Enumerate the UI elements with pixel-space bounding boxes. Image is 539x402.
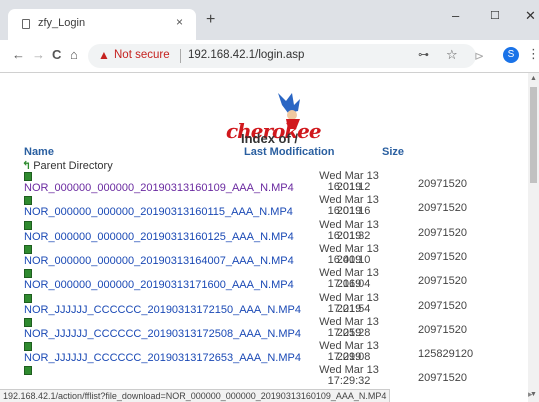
table-row: NOR_000000_000000_20190313160109_AAA_N.M… <box>0 171 528 195</box>
file-size: 20971520 <box>418 178 467 190</box>
video-file-icon <box>24 342 32 352</box>
maximize-button[interactable]: ☐ <box>490 9 500 22</box>
modified-year: 2019 <box>336 351 362 364</box>
file-link[interactable]: NOR_000000_000000_20190313160109_AAA_N.M… <box>24 182 294 194</box>
close-window-button[interactable]: ✕ <box>525 8 536 24</box>
index-title: Index of / <box>240 131 299 146</box>
file-size: 20971520 <box>418 226 467 239</box>
scrollbar-thumb[interactable] <box>530 87 537 183</box>
file-size: 20971520 <box>418 372 467 385</box>
modified-year: 2019 <box>336 278 362 291</box>
column-header-modified[interactable]: Last Modification <box>244 146 334 158</box>
warning-icon[interactable]: ▲ <box>98 48 110 62</box>
table-row: NOR_JJJJJJ_CCCCCC_20190313172508_AAA_N.M… <box>0 316 528 341</box>
bookmark-star-icon[interactable]: ☆ <box>446 47 458 63</box>
security-label[interactable]: Not secure <box>114 49 170 61</box>
video-file-icon <box>24 244 32 254</box>
address-toolbar: ← → C ⌂ ▲ Not secure 192.168.42.1/login.… <box>0 40 539 73</box>
file-size: 20971520 <box>418 299 467 312</box>
video-file-icon <box>24 293 32 303</box>
omnibox-separator <box>180 49 181 63</box>
status-url-bubble: 192.168.42.1/action/fflist?file_download… <box>0 389 391 402</box>
modified-date: Wed Mar 13 17:29:32 <box>319 364 379 388</box>
url-text[interactable]: 192.168.42.1/login.asp <box>188 49 304 61</box>
tab-close-icon[interactable]: × <box>176 15 183 29</box>
menu-icon[interactable]: ⋮ <box>527 46 539 62</box>
profile-avatar[interactable]: S <box>503 47 519 63</box>
back-button[interactable]: ← <box>12 47 25 62</box>
modified-year: 2019 <box>336 326 362 339</box>
omnibox[interactable]: ▲ Not secure 192.168.42.1/login.asp ⊶ ☆ <box>88 44 476 68</box>
file-link[interactable]: NOR_000000_000000_20190313160125_AAA_N.M… <box>24 231 294 243</box>
page-content: cherokee Index of / Name Last Modificati… <box>0 73 528 391</box>
file-link[interactable]: NOR_JJJJJJ_CCCCCC_20190313172508_AAA_N.M… <box>24 328 301 340</box>
table-row: NOR_JJJJJJ_CCCCCC_20190313172150_AAA_N.M… <box>0 292 528 317</box>
modified-year: 2019 <box>336 253 362 266</box>
file-size: 20971520 <box>418 275 467 288</box>
extension-icon[interactable]: ⊳ <box>474 49 484 63</box>
tab-bar: zfy_Login × + – ☐ ✕ <box>0 0 539 40</box>
video-file-icon <box>24 317 32 327</box>
browser-window: zfy_Login × + – ☐ ✕ ← → C ⌂ ▲ Not secure… <box>0 0 539 402</box>
file-link[interactable]: NOR_JJJJJJ_CCCCCC_20190313172150_AAA_N.M… <box>24 304 301 316</box>
table-row: NOR_000000_000000_20190313164007_AAA_N.M… <box>0 243 528 268</box>
tab-title: zfy_Login <box>38 17 86 29</box>
file-link[interactable]: NOR_000000_000000_20190313160115_AAA_N.M… <box>24 206 293 218</box>
video-file-icon <box>24 172 32 181</box>
minimize-button[interactable]: – <box>452 8 459 23</box>
file-size: 20971520 <box>418 250 467 263</box>
tab-login[interactable]: zfy_Login × <box>8 9 196 40</box>
modified-year: 2019 <box>336 229 362 242</box>
table-row: NOR_000000_000000_20190313160125_AAA_N.M… <box>0 219 528 244</box>
file-link[interactable]: NOR_JJJJJJ_CCCCCC_20190313172653_AAA_N.M… <box>24 352 301 364</box>
table-row: Wed Mar 13 17:29:32 20971520 <box>0 365 528 389</box>
column-header-name[interactable]: Name <box>24 146 54 158</box>
video-file-icon <box>24 220 32 230</box>
forward-button[interactable]: → <box>32 47 45 62</box>
scroll-up-icon[interactable]: ▲ <box>530 75 537 82</box>
file-size: 20971520 <box>418 202 467 215</box>
scroll-right-icon[interactable]: ▸ <box>528 389 533 400</box>
video-file-icon <box>24 269 32 279</box>
modified-year: 2019 <box>336 205 362 218</box>
table-row: NOR_JJJJJJ_CCCCCC_20190313172653_AAA_N.M… <box>0 341 528 365</box>
key-icon[interactable]: ⊶ <box>418 48 429 61</box>
new-tab-button[interactable]: + <box>206 11 215 29</box>
video-file-icon <box>24 366 32 376</box>
table-row: NOR_000000_000000_20190313171600_AAA_N.M… <box>0 268 528 292</box>
page-icon <box>22 19 30 29</box>
modified-year: 2019 <box>336 302 362 315</box>
home-button[interactable]: ⌂ <box>70 47 78 62</box>
file-link[interactable]: NOR_000000_000000_20190313171600_AAA_N.M… <box>24 279 294 291</box>
video-file-icon <box>24 196 32 206</box>
column-header-size[interactable]: Size <box>382 146 404 158</box>
file-size: 20971520 <box>418 323 467 336</box>
vertical-scrollbar[interactable]: ▲ ▼ <box>528 73 539 402</box>
table-row: NOR_000000_000000_20190313160115_AAA_N.M… <box>0 195 528 219</box>
file-size: 125829120 <box>418 348 474 361</box>
modified-year: 2019 <box>336 181 362 193</box>
reload-button[interactable]: C <box>52 47 61 62</box>
file-link[interactable]: NOR_000000_000000_20190313164007_AAA_N.M… <box>24 255 294 267</box>
